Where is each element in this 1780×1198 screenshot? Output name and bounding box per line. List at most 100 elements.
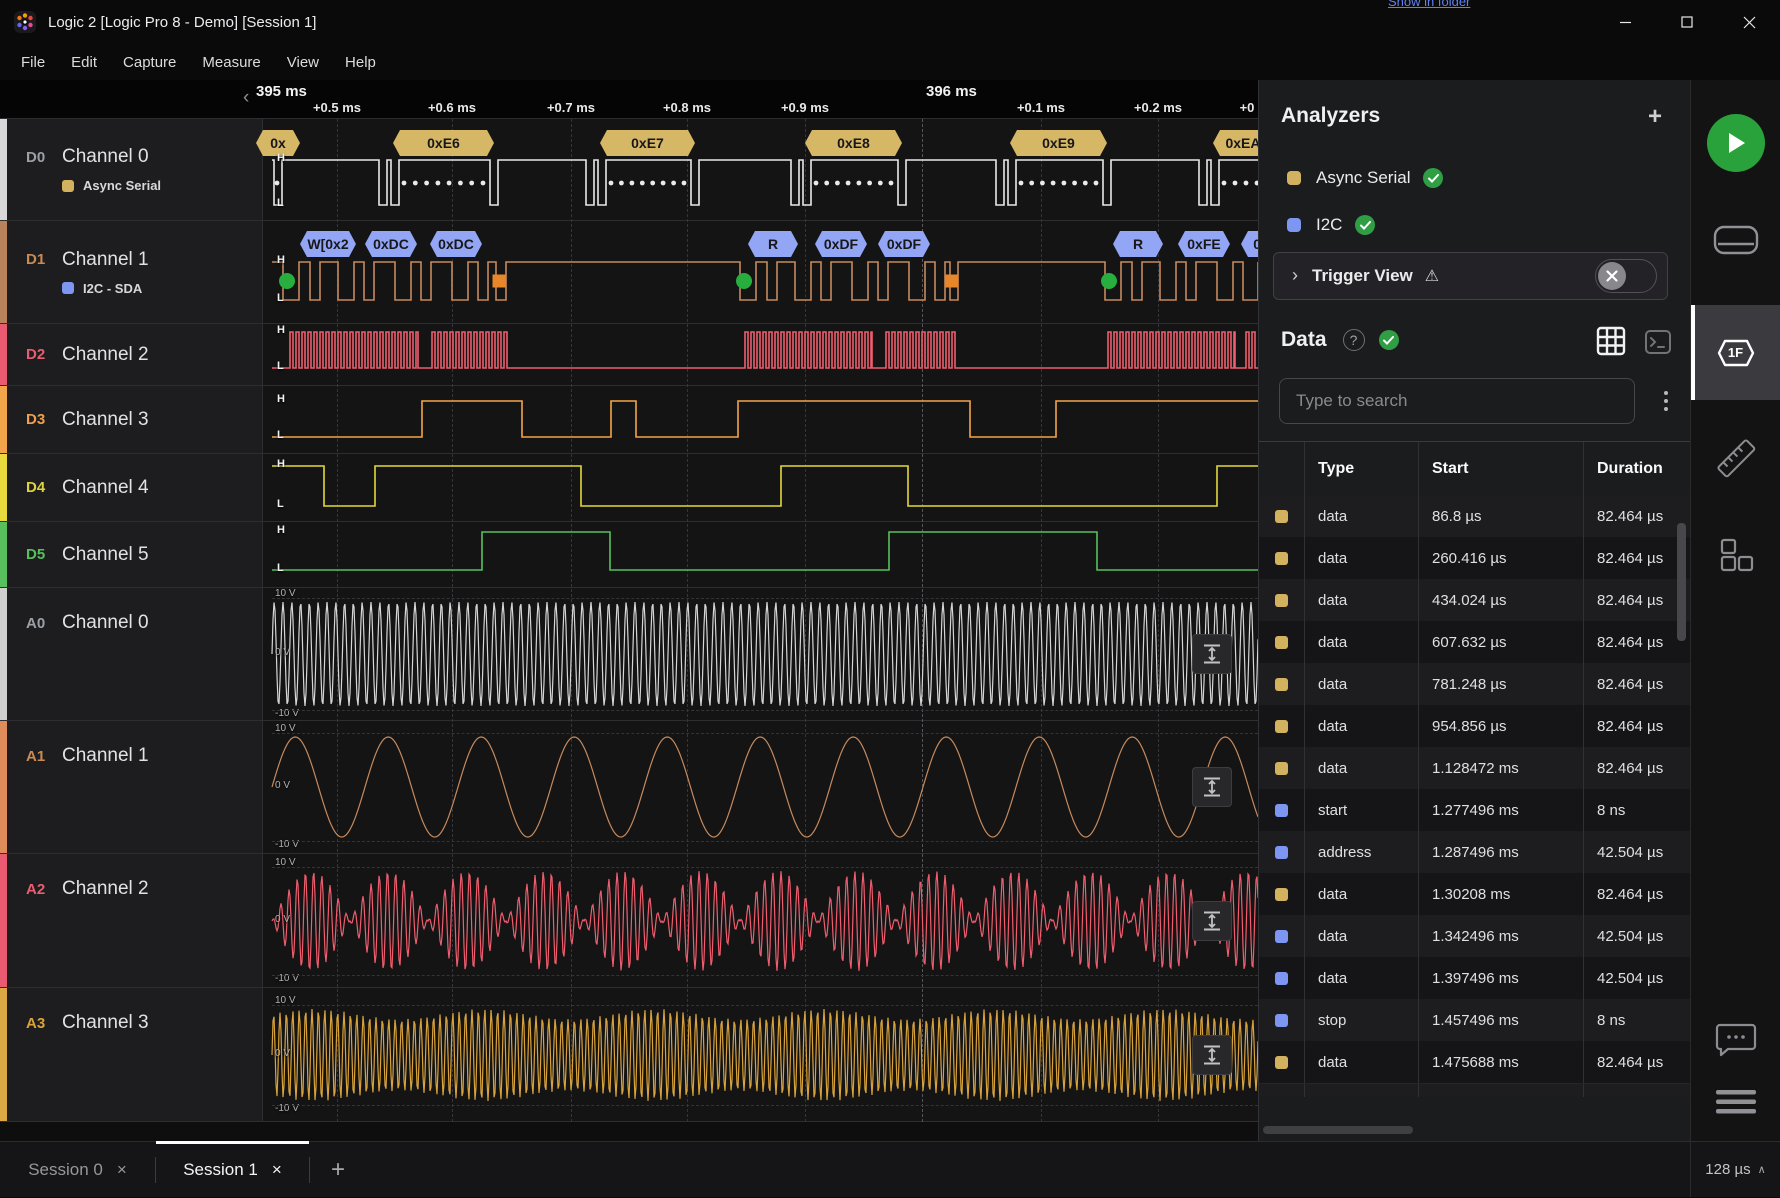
header-start[interactable]: Start	[1418, 442, 1583, 495]
show-in-folder-link[interactable]: Show in folder	[1388, 0, 1470, 9]
table-row[interactable]: start1.277496 ms8 ns	[1259, 789, 1690, 831]
channel-label-D1[interactable]: D1Channel 1I2C - SDA	[7, 221, 263, 323]
channel-label-A3[interactable]: A3Channel 3	[7, 988, 263, 1121]
extensions-button[interactable]	[1691, 533, 1780, 577]
close-button[interactable]	[1718, 0, 1780, 44]
menu-item-measure[interactable]: Measure	[189, 48, 273, 77]
menu-item-capture[interactable]: Capture	[110, 48, 189, 77]
channel-waveform-area[interactable]: D0Channel 0Async SerialD1Channel 1I2C - …	[0, 119, 1258, 1122]
table-row[interactable]: data1.128472 ms82.464 µs	[1259, 747, 1690, 789]
terminal-view-icon[interactable]	[1644, 328, 1672, 361]
menu-item-view[interactable]: View	[274, 48, 332, 77]
table-row[interactable]: stop1.457496 ms8 ns	[1259, 999, 1690, 1041]
table-row[interactable]: data434.024 µs82.464 µs	[1259, 579, 1690, 621]
timing-status[interactable]: 128 µs ∧	[1690, 1142, 1780, 1197]
menu-item-help[interactable]: Help	[332, 48, 389, 77]
decoded-value-bubble[interactable]: 0xDF	[815, 231, 867, 257]
decoded-value-bubble[interactable]: 0xFE	[1178, 231, 1230, 257]
table-row[interactable]: data260.416 µs82.464 µs	[1259, 537, 1690, 579]
frame-color-swatch	[1275, 888, 1288, 901]
start-capture-button[interactable]	[1707, 114, 1765, 172]
channel-row-A2[interactable]: A2Channel 2	[0, 854, 1258, 988]
chevron-right-icon[interactable]: ›	[1292, 265, 1298, 286]
decoded-value-bubble[interactable]: 0xE7	[600, 130, 695, 156]
decoded-value-bubble[interactable]: 0xE6	[393, 130, 494, 156]
decoded-value-bubble[interactable]: W[0x2	[300, 231, 356, 257]
table-row[interactable]: data954.856 µs82.464 µs	[1259, 705, 1690, 747]
table-horizontal-scrollbar[interactable]	[1263, 1126, 1413, 1134]
trigger-view-row[interactable]: › Trigger View ⚠	[1273, 252, 1668, 300]
decoded-value-bubble[interactable]: R	[1113, 231, 1163, 257]
channel-row-D4[interactable]: D4Channel 4	[0, 454, 1258, 522]
new-session-button[interactable]: +	[310, 1142, 366, 1198]
close-icon[interactable]: ×	[272, 1160, 282, 1180]
measurements-button[interactable]	[1691, 436, 1780, 480]
session-tab-1[interactable]: Session 1×	[156, 1142, 309, 1198]
search-options-menu-icon[interactable]	[1658, 385, 1674, 417]
table-vertical-scrollbar[interactable]	[1677, 523, 1686, 641]
close-icon[interactable]: ×	[117, 1160, 127, 1180]
timeline-ruler[interactable]: ‹ 395 ms396 ms+0.5 ms+0.6 ms+0.7 ms+0.8 …	[0, 80, 1258, 119]
decoded-value-bubble[interactable]: 0xDC	[430, 231, 482, 257]
menu-item-file[interactable]: File	[8, 48, 58, 77]
analyzer-item-async-serial[interactable]: Async Serial	[1287, 168, 1690, 188]
channel-label-A2[interactable]: A2Channel 2	[7, 854, 263, 987]
header-type[interactable]: Type	[1304, 442, 1418, 495]
analyzer-item-i2c[interactable]: I2C	[1287, 215, 1690, 235]
channel-row-D3[interactable]: D3Channel 3	[0, 386, 1258, 454]
table-row[interactable]: address1.287496 ms42.504 µs	[1259, 831, 1690, 873]
maximize-button[interactable]	[1656, 0, 1718, 44]
data-table-header[interactable]: Type Start Duration	[1259, 442, 1690, 495]
row-type-cell: start	[1304, 789, 1418, 831]
channel-row-D2[interactable]: D2Channel 2	[0, 324, 1258, 386]
channel-label-D2[interactable]: D2Channel 2	[7, 324, 263, 385]
toggle-off-knob[interactable]	[1598, 262, 1626, 290]
decoded-value-bubble[interactable]: 0xDC	[365, 231, 417, 257]
table-row[interactable]: data607.632 µs82.464 µs	[1259, 621, 1690, 663]
channel-label-A0[interactable]: A0Channel 0	[7, 588, 263, 720]
channel-row-D5[interactable]: D5Channel 5	[0, 522, 1258, 588]
ruler-major-label: 395 ms	[256, 83, 307, 100]
table-view-icon[interactable]	[1596, 326, 1626, 361]
decoded-value-bubble[interactable]: 0xE9	[1010, 130, 1107, 156]
add-analyzer-button[interactable]: +	[1642, 104, 1668, 130]
decoded-value-bubble[interactable]: R	[748, 231, 798, 257]
table-row[interactable]: data1.397496 ms42.504 µs	[1259, 957, 1690, 999]
autoscale-button[interactable]	[1192, 767, 1232, 807]
channel-label-D5[interactable]: D5Channel 5	[7, 522, 263, 587]
channel-label-D3[interactable]: D3Channel 3	[7, 386, 263, 453]
decoded-value-bubble[interactable]: 0xEA	[1213, 130, 1258, 156]
header-duration[interactable]: Duration	[1583, 442, 1690, 495]
help-icon[interactable]: ?	[1343, 329, 1365, 351]
autoscale-button[interactable]	[1192, 901, 1232, 941]
channel-label-D0[interactable]: D0Channel 0Async Serial	[7, 119, 263, 220]
channel-row-A0[interactable]: A0Channel 0	[0, 588, 1258, 721]
timeline-back-chevron-icon[interactable]: ‹	[243, 87, 249, 109]
table-row[interactable]: data1.30208 ms82.464 µs	[1259, 873, 1690, 915]
session-tab-0[interactable]: Session 0×	[0, 1142, 155, 1198]
trigger-view-toggle[interactable]	[1595, 259, 1657, 293]
table-row[interactable]: data781.248 µs82.464 µs	[1259, 663, 1690, 705]
channel-row-A1[interactable]: A1Channel 1	[0, 721, 1258, 854]
row-swatch-cell	[1259, 789, 1304, 831]
autoscale-button[interactable]	[1192, 1035, 1232, 1075]
gridline	[922, 119, 923, 1122]
decoded-value-bubble[interactable]: 0xE8	[805, 130, 902, 156]
decoded-value-bubble[interactable]: 0xDF	[878, 231, 930, 257]
table-row[interactable]: data1.342496 ms42.504 µs	[1259, 915, 1690, 957]
table-row[interactable]: data1.475688 ms82.464 µs	[1259, 1041, 1690, 1083]
capture-mode-tab-active[interactable]: 1F	[1691, 305, 1780, 400]
channel-label-A1[interactable]: A1Channel 1	[7, 721, 263, 853]
minimize-button[interactable]	[1594, 0, 1656, 44]
feedback-chat-button[interactable]	[1691, 1018, 1780, 1062]
autoscale-button[interactable]	[1192, 634, 1232, 674]
channel-row-A3[interactable]: A3Channel 3	[0, 988, 1258, 1122]
search-input[interactable]	[1279, 378, 1635, 424]
main-menu-button[interactable]	[1691, 1080, 1780, 1124]
channel-label-D4[interactable]: D4Channel 4	[7, 454, 263, 521]
channel-row-D1[interactable]: D1Channel 1I2C - SDA	[0, 221, 1258, 324]
menu-item-edit[interactable]: Edit	[58, 48, 110, 77]
device-settings-button[interactable]	[1691, 220, 1780, 260]
high-level-label: H	[277, 524, 285, 536]
table-row[interactable]: data86.8 µs82.464 µs	[1259, 495, 1690, 537]
